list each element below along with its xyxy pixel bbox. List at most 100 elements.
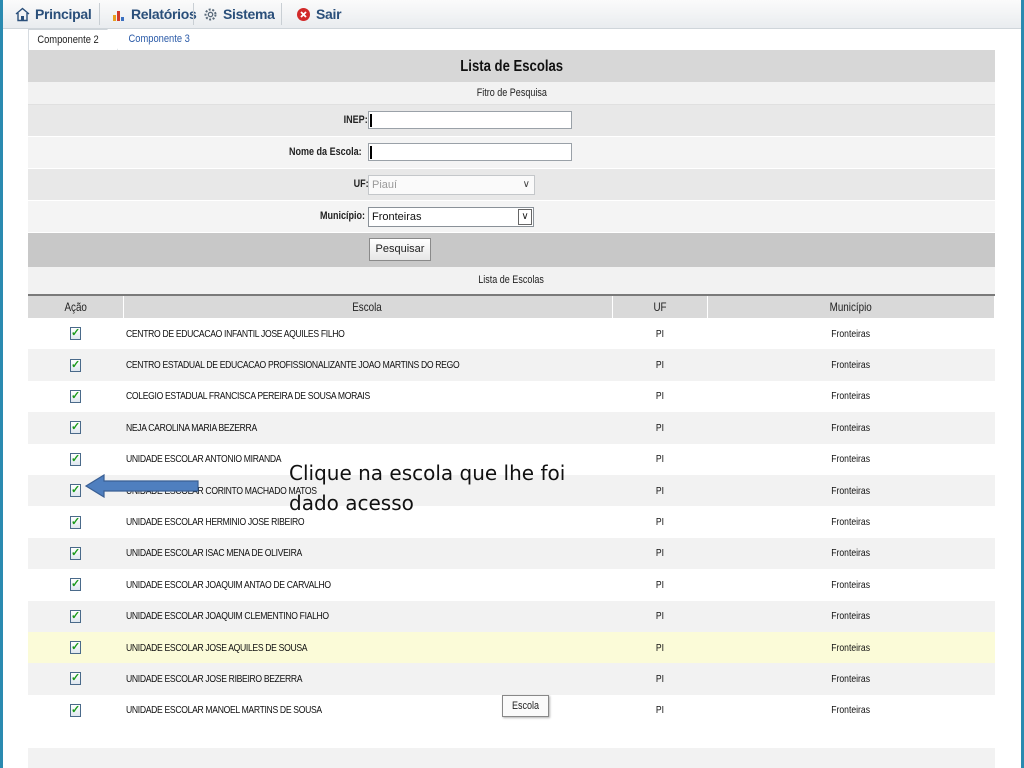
action-cell[interactable]	[28, 506, 123, 538]
action-cell[interactable]	[28, 412, 123, 444]
action-cell[interactable]	[28, 443, 123, 475]
menu-sair-label: Sair	[316, 6, 342, 22]
escola-cell[interactable]: COLEGIO ESTADUAL FRANCISCA PEREIRA DE SO…	[123, 380, 612, 413]
header-acao-text: Ação	[64, 300, 87, 314]
menu-sistema-label: Sistema	[223, 6, 275, 22]
table-header-row: Ação Escola UF Município	[28, 296, 995, 318]
header-uf[interactable]: UF	[612, 296, 708, 318]
municipio-cell: Fronteiras	[707, 631, 995, 664]
select-document-icon[interactable]	[70, 671, 81, 686]
table-row[interactable]: COLEGIO ESTADUAL FRANCISCA PEREIRA DE SO…	[28, 380, 995, 413]
uf-value: PI	[655, 421, 664, 434]
select-document-icon[interactable]	[70, 640, 81, 655]
escola-cell[interactable]: UNIDADE ESCOLAR JOSE RIBEIRO BEZERRA	[123, 663, 612, 695]
inep-input[interactable]	[368, 111, 572, 129]
escola-cell[interactable]: CENTRO ESTADUAL DE EDUCACAO PROFISSIONAL…	[123, 349, 612, 381]
municipio-value: Fronteiras	[831, 453, 871, 466]
menu-sair[interactable]: Sair	[296, 4, 342, 24]
select-document-icon[interactable]	[70, 358, 81, 372]
pesquisar-button[interactable]: Pesquisar	[369, 238, 431, 261]
action-cell[interactable]	[28, 569, 123, 601]
escola-name: UNIDADE ESCOLAR ANTONIO MIRANDA	[126, 453, 282, 466]
action-cell[interactable]	[28, 318, 123, 350]
header-escola[interactable]: Escola	[123, 296, 613, 318]
tab-label: Componente 3	[128, 33, 190, 45]
escola-cell[interactable]: UNIDADE ESCOLAR JOAQUIM CLEMENTINO FIALH…	[123, 600, 612, 632]
select-document-icon[interactable]	[70, 483, 81, 498]
select-document-icon[interactable]	[70, 389, 81, 403]
municipio-cell: Fronteiras	[707, 694, 995, 727]
escola-name: UNIDADE ESCOLAR ISAC MENA DE OLIVEIRA	[126, 547, 302, 560]
table-row[interactable]: CENTRO ESTADUAL DE EDUCACAO PROFISSIONAL…	[28, 349, 995, 381]
uf-cell: PI	[612, 694, 707, 727]
uf-label-text: UF:	[353, 178, 369, 190]
table-row[interactable]: UNIDADE ESCOLAR JOSE RIBEIRO BEZERRA PI Fr…	[28, 663, 995, 695]
schools-panel: Lista de Escolas Fitro de Pesquisa INEP:…	[28, 50, 995, 727]
uf-value: PI	[655, 327, 664, 340]
next-row-peek	[28, 748, 995, 768]
uf-value: PI	[655, 641, 664, 654]
tab-componente-3[interactable]: Componente 3	[120, 29, 198, 49]
municipio-select-value: Fronteiras	[372, 211, 422, 223]
table-row[interactable]: UNIDADE ESCOLAR JOSE AQUILES DE SOUSA PI F…	[28, 631, 995, 664]
escola-cell[interactable]: NEJA CAROLINA MARIA BEZERRA	[123, 412, 612, 444]
uf-value: PI	[655, 453, 664, 466]
escola-cell[interactable]: CENTRO DE EDUCACAO INFANTIL JOSE AQUILES…	[123, 318, 612, 350]
escola-name: CENTRO ESTADUAL DE EDUCACAO PROFISSIONAL…	[126, 359, 460, 372]
table-row[interactable]: UNIDADE ESCOLAR JOAQUIM ANTAO DE CARVALH…	[28, 569, 995, 601]
uf-value: PI	[655, 704, 664, 717]
select-document-icon[interactable]	[70, 515, 81, 529]
municipio-value: Fronteiras	[831, 547, 871, 560]
menu-principal[interactable]: Principal	[15, 4, 92, 24]
action-cell[interactable]	[28, 600, 123, 632]
municipio-cell: Fronteiras	[707, 474, 995, 507]
escola-cell[interactable]: UNIDADE ESCOLAR ISAC MENA DE OLIVEIRA	[123, 537, 612, 570]
menu-sistema[interactable]: Sistema	[203, 4, 275, 24]
nome-escola-input[interactable]	[368, 143, 572, 161]
municipio-value: Fronteiras	[831, 484, 871, 497]
table-row[interactable]: UNIDADE ESCOLAR JOAQUIM CLEMENTINO FIALH…	[28, 600, 995, 632]
uf-value: PI	[655, 390, 664, 403]
municipio-value: Fronteiras	[831, 359, 871, 372]
action-cell[interactable]	[28, 694, 123, 727]
select-document-icon[interactable]	[70, 326, 81, 341]
action-cell[interactable]	[28, 537, 123, 570]
select-document-icon[interactable]	[70, 420, 81, 435]
uf-value: PI	[655, 610, 664, 623]
action-cell[interactable]	[28, 631, 123, 664]
pesquisar-button-label: Pesquisar	[375, 243, 425, 255]
tab-componente-2[interactable]: Componente 2	[28, 29, 119, 50]
municipio-cell: Fronteiras	[707, 600, 995, 632]
action-cell[interactable]	[28, 663, 123, 695]
uf-cell: PI	[612, 318, 707, 350]
select-document-icon[interactable]	[70, 609, 81, 623]
select-document-icon[interactable]	[70, 577, 81, 592]
municipio-cell: Fronteiras	[707, 380, 995, 413]
text-caret	[370, 146, 372, 159]
escola-cell[interactable]: UNIDADE ESCOLAR JOSE AQUILES DE SOUSA	[123, 631, 612, 664]
uf-value: PI	[655, 359, 664, 372]
uf-select[interactable]: Piauí ∨	[368, 175, 535, 195]
home-icon	[15, 7, 30, 22]
header-municipio[interactable]: Município	[707, 296, 995, 318]
uf-cell: PI	[612, 537, 707, 570]
table-row[interactable]: CENTRO DE EDUCACAO INFANTIL JOSE AQUILES…	[28, 318, 995, 350]
municipio-select[interactable]: Fronteiras ∨	[368, 207, 534, 227]
action-cell[interactable]	[28, 349, 123, 381]
table-row[interactable]: UNIDADE ESCOLAR ISAC MENA DE OLIVEIRA PI F…	[28, 537, 995, 570]
municipio-value: Fronteiras	[831, 610, 871, 623]
escola-cell[interactable]: UNIDADE ESCOLAR JOAQUIM ANTAO DE CARVALH…	[123, 569, 612, 601]
select-document-icon[interactable]	[70, 546, 81, 560]
select-document-icon[interactable]	[70, 703, 81, 717]
uf-cell: PI	[612, 474, 707, 507]
select-document-icon[interactable]	[70, 452, 81, 466]
table-row[interactable]: NEJA CAROLINA MARIA BEZERRA PI Fronteiras	[28, 412, 995, 444]
municipio-cell: Fronteiras	[707, 569, 995, 601]
filter-row-municipio: Município: Fronteiras ∨	[28, 201, 995, 233]
menu-relatorios[interactable]: Relatórios	[111, 4, 197, 24]
inep-label-text: INEP:	[343, 114, 368, 126]
escola-name: UNIDADE ESCOLAR HERMINIO JOSE RIBEIRO	[126, 516, 305, 529]
filter-row-nome: Nome da Escola:	[28, 137, 995, 169]
action-cell[interactable]	[28, 380, 123, 413]
header-acao[interactable]: Ação	[28, 296, 124, 318]
